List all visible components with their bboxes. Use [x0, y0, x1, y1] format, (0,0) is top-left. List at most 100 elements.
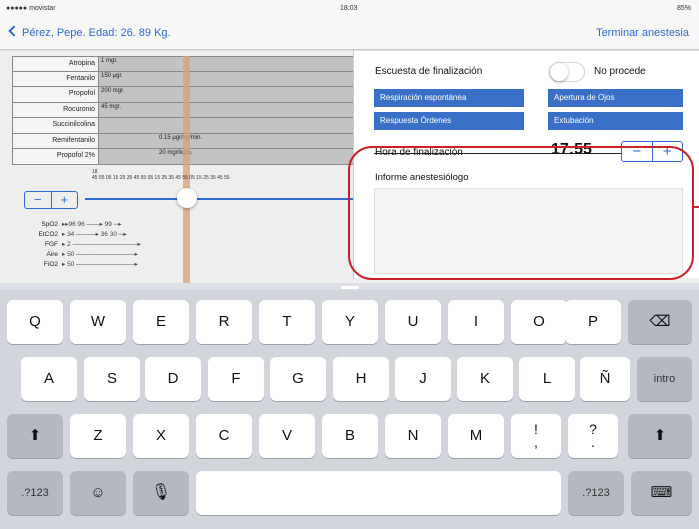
key-exclaim[interactable]: !,: [511, 414, 561, 458]
key-o[interactable]: O: [511, 300, 567, 344]
key-e[interactable]: E: [133, 300, 189, 344]
vital-value: ▸ 50 —————————▸: [62, 251, 138, 258]
key-enye[interactable]: Ñ: [580, 357, 630, 401]
microphone-icon: 🎙: [150, 484, 172, 501]
battery-label: 85%: [676, 5, 691, 12]
no-procede-toggle[interactable]: [549, 62, 585, 82]
key-q[interactable]: Q: [7, 300, 63, 344]
vitals-list: SpO2 ▸▸96 96 ——▸ 99 ─▸ EtCO2 ▸ 34 ———▸ 36 …: [28, 219, 141, 269]
vital-label: SpO2: [41, 220, 58, 228]
key-x[interactable]: X: [133, 414, 189, 458]
vital-row: SpO2 ▸▸96 96 ——▸ 99 ─▸: [28, 219, 141, 229]
key-k[interactable]: K: [457, 357, 513, 401]
key-c[interactable]: C: [196, 414, 252, 458]
key-j[interactable]: J: [395, 357, 451, 401]
vital-value: ▸ 2 ——————————▸: [62, 241, 141, 248]
report-textarea[interactable]: [374, 188, 683, 274]
shift-key-left[interactable]: ⬆: [7, 414, 63, 458]
vital-row: FiO2 ▸ 50 —————————▸: [28, 259, 141, 269]
keyboard-hide-icon: ⌨: [650, 484, 673, 501]
key-h[interactable]: H: [333, 357, 389, 401]
vital-value: ▸ 50 —————————▸: [62, 261, 138, 268]
dictation-key[interactable]: 🎙: [133, 471, 189, 515]
numbers-key-left[interactable]: .?123: [7, 471, 63, 515]
emoji-key[interactable]: ☺: [70, 471, 126, 515]
key-f[interactable]: F: [208, 357, 264, 401]
drug-dose: 0.15 μgr/kg/min.: [99, 133, 362, 149]
drug-name: Fentanilo: [12, 71, 99, 87]
eye-opening-button[interactable]: Apertura de Ojos: [548, 89, 683, 107]
patient-label: Pérez, Pepe. Edad: 26. 89 Kg.: [22, 27, 171, 39]
drug-name: Rocuronio: [12, 102, 99, 118]
key-l[interactable]: L: [519, 357, 575, 401]
shift-key-right[interactable]: ⬆: [628, 414, 692, 458]
highlight-annotation-tail: [692, 206, 699, 208]
exclaim-bottom: ,: [534, 434, 538, 451]
vital-label: FiO2: [43, 260, 58, 268]
minus-button[interactable]: −: [25, 192, 52, 208]
time-axis: 18 45 55 05 15 25 35 45 55 05 15 25 35 4…: [92, 169, 362, 181]
hide-keyboard-key[interactable]: ⌨: [631, 471, 692, 515]
zoom-stepper[interactable]: − +: [24, 191, 78, 209]
chevron-left-icon: [8, 25, 20, 37]
time-slider-track[interactable]: [85, 198, 365, 200]
extubation-button[interactable]: Extubación: [548, 112, 683, 130]
back-button[interactable]: Pérez, Pepe. Edad: 26. 89 Kg.: [8, 25, 171, 39]
exclaim-glyphs: !,: [534, 422, 538, 451]
key-y[interactable]: Y: [322, 300, 378, 344]
intro-key[interactable]: intro: [637, 357, 692, 401]
key-t[interactable]: T: [259, 300, 315, 344]
plus-button[interactable]: +: [653, 142, 683, 161]
end-time-value: 17:55: [551, 141, 592, 158]
keyboard: Q W E R T Y U I O P ⌫ A S D F G H J K L …: [0, 290, 699, 529]
plus-button[interactable]: +: [52, 192, 78, 208]
key-v[interactable]: V: [259, 414, 315, 458]
question-bottom: .: [591, 434, 595, 451]
order-response-button[interactable]: Respuesta Órdenes: [374, 112, 524, 130]
vital-row: FGF ▸ 2 ——————————▸: [28, 239, 141, 249]
numbers-key-right[interactable]: .?123: [568, 471, 624, 515]
vital-row: EtCO2 ▸ 34 ———▸ 36 30 ─▸: [28, 229, 141, 239]
key-n[interactable]: N: [385, 414, 441, 458]
key-b[interactable]: B: [322, 414, 378, 458]
vital-label: EtCO2: [38, 230, 58, 238]
drug-name: Remifentanilo: [12, 133, 99, 149]
key-d[interactable]: D: [145, 357, 201, 401]
drug-dose: 1 mgr.: [99, 56, 362, 72]
key-r[interactable]: R: [196, 300, 252, 344]
key-z[interactable]: Z: [70, 414, 126, 458]
drug-dose: 45 mgr.: [99, 102, 362, 118]
report-label: Informe anestesiólogo: [375, 172, 469, 183]
time-slider-knob[interactable]: [177, 188, 197, 208]
drug-dose: [99, 118, 362, 134]
key-m[interactable]: M: [448, 414, 504, 458]
end-time-stepper[interactable]: − +: [621, 141, 683, 162]
drug-name: Propofol: [12, 87, 99, 103]
finalization-panel: Escuesta de finalización No procede Resp…: [353, 51, 699, 278]
key-i[interactable]: I: [448, 300, 504, 344]
carrier-label: ●●●●● movistar: [6, 5, 56, 12]
navigation-bar: Pérez, Pepe. Edad: 26. 89 Kg. Terminar a…: [0, 18, 699, 50]
drug-name: Atropina: [12, 56, 99, 72]
minus-button[interactable]: −: [622, 142, 653, 161]
spontaneous-breathing-button[interactable]: Respiración espontánea: [374, 89, 524, 107]
key-w[interactable]: W: [70, 300, 126, 344]
keyboard-handle: [341, 286, 359, 289]
end-anesthesia-button[interactable]: Terminar anestesia: [596, 27, 689, 39]
key-p[interactable]: P: [565, 300, 621, 344]
vital-value: ▸▸96 96 ——▸ 99 ─▸: [62, 221, 122, 228]
emoji-icon: ☺: [90, 484, 106, 501]
backspace-icon: ⌫: [649, 313, 671, 330]
key-u[interactable]: U: [385, 300, 441, 344]
key-s[interactable]: S: [84, 357, 140, 401]
space-key[interactable]: [196, 471, 561, 515]
toggle-knob: [550, 63, 568, 81]
backspace-key[interactable]: ⌫: [628, 300, 692, 344]
clock: 18:03: [340, 5, 358, 12]
key-question[interactable]: ?.: [568, 414, 618, 458]
key-a[interactable]: A: [21, 357, 77, 401]
key-g[interactable]: G: [270, 357, 326, 401]
shift-icon: ⬆: [653, 427, 667, 444]
vital-label: FGF: [45, 240, 58, 248]
vital-row: Aire ▸ 50 —————————▸: [28, 249, 141, 259]
